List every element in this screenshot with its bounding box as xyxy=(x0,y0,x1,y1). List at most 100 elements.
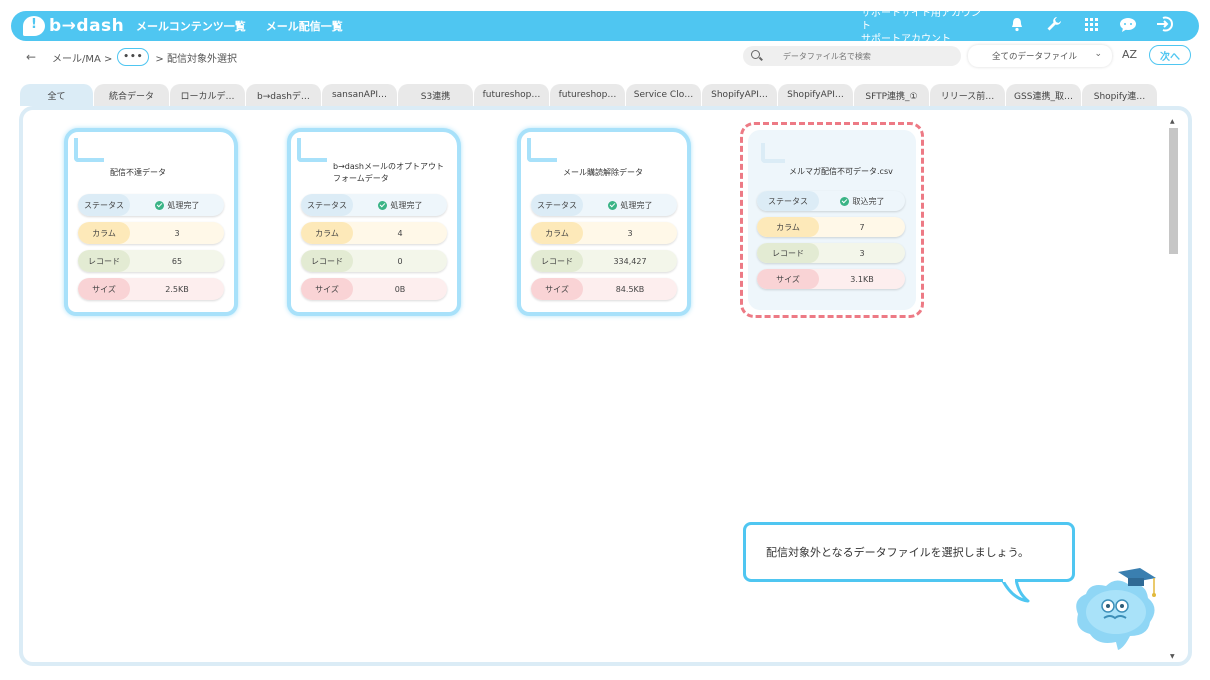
card-title: b→dashメールのオプトアウトフォームデータ xyxy=(333,162,444,183)
record-label: レコード xyxy=(531,250,583,272)
tab-sansan-api[interactable]: sansanAPI… xyxy=(322,84,398,106)
status-row: ステータス 処理完了 xyxy=(531,194,677,216)
column-row: カラム 3 xyxy=(78,222,224,244)
status-row: ステータス 処理完了 xyxy=(301,194,447,216)
tab-gss[interactable]: GSS連携_取… xyxy=(1006,84,1082,106)
status-value: 取込完了 xyxy=(852,196,885,206)
account-site: サポートサイト用アカウント xyxy=(861,7,981,32)
breadcrumb-mail-ma[interactable]: メール/MA > xyxy=(52,50,112,65)
status-row: ステータス 取込完了 xyxy=(757,191,905,211)
size-label: サイズ xyxy=(78,278,130,300)
tab-sftp[interactable]: SFTP連携_① xyxy=(854,84,930,106)
logout-icon[interactable] xyxy=(1155,16,1175,36)
scroll-down-icon[interactable]: ▼ xyxy=(1170,653,1175,660)
status-value: 処理完了 xyxy=(620,200,653,210)
chevron-down-icon: ⌄ xyxy=(1094,49,1102,59)
tab-all[interactable]: 全て xyxy=(20,84,94,106)
record-row: レコード 0 xyxy=(301,250,447,272)
record-row: レコード 65 xyxy=(78,250,224,272)
tab-service-cloud[interactable]: Service Clo… xyxy=(626,84,702,106)
account-info[interactable]: サポートサイト用アカウント サポートアカウント xyxy=(861,7,989,46)
record-label: レコード xyxy=(301,250,353,272)
column-label: カラム xyxy=(757,217,819,237)
next-button[interactable]: 次へ xyxy=(1149,45,1191,65)
tab-bdash-data[interactable]: b→dashデ… xyxy=(246,84,322,106)
tab-shopify-api-2[interactable]: ShopifyAPI… xyxy=(778,84,854,106)
tab-s3[interactable]: S3連携 xyxy=(398,84,474,106)
search-box xyxy=(743,46,961,66)
bell-icon[interactable] xyxy=(1007,17,1027,36)
record-value: 0 xyxy=(397,256,403,266)
tab-shopify[interactable]: Shopify連… xyxy=(1082,84,1158,106)
datafile-filter-select[interactable]: 全てのデータファイル ⌄ xyxy=(968,45,1112,67)
bubble-tail-icon xyxy=(1000,579,1030,603)
size-row: サイズ 2.5KB xyxy=(78,278,224,300)
column-value: 3 xyxy=(627,228,633,238)
back-arrow-icon[interactable]: ← xyxy=(26,50,40,64)
guide-text: 配信対象外となるデータファイルを選択しましょう。 xyxy=(766,546,1030,559)
record-value: 334,427 xyxy=(613,256,647,266)
search-input[interactable] xyxy=(782,51,961,61)
tab-futureshop-2[interactable]: futureshop… xyxy=(550,84,626,106)
column-value: 3 xyxy=(174,228,180,238)
column-label: カラム xyxy=(301,222,353,244)
record-label: レコード xyxy=(78,250,130,272)
size-label: サイズ xyxy=(531,278,583,300)
datafile-card-selected[interactable]: メルマガ配信不可データ.csv ステータス 取込完了 カラム 7 レコード 3 … xyxy=(740,122,924,318)
card-title: 配信不達データ xyxy=(110,168,166,177)
grid-icon[interactable] xyxy=(1081,17,1101,35)
size-label: サイズ xyxy=(757,269,819,289)
scrollbar[interactable]: ▲ ▼ xyxy=(1169,118,1178,660)
status-value: 処理完了 xyxy=(167,200,200,210)
breadcrumb-more-button[interactable]: ••• xyxy=(117,48,150,66)
status-value: 処理完了 xyxy=(390,200,423,210)
card-title: メルマガ配信不可データ.csv xyxy=(789,167,893,176)
status-label: ステータス xyxy=(531,194,583,216)
record-row: レコード 334,427 xyxy=(531,250,677,272)
column-row: カラム 7 xyxy=(757,217,905,237)
top-bar: b→dash メールコンテンツ一覧 メール配信一覧 サポートサイト用アカウント … xyxy=(11,8,1199,45)
status-label: ステータス xyxy=(757,191,819,211)
logo-icon xyxy=(23,16,45,36)
tab-integrated-data[interactable]: 統合データ xyxy=(94,84,170,106)
status-row: ステータス 処理完了 xyxy=(78,194,224,216)
tab-release[interactable]: リリース前… xyxy=(930,84,1006,106)
tab-local-data[interactable]: ローカルデ… xyxy=(170,84,246,106)
top-nav: メールコンテンツ一覧 メール配信一覧 xyxy=(136,18,343,34)
file-corner-icon xyxy=(527,138,557,162)
chat-icon[interactable] xyxy=(1118,17,1138,36)
nav-mail-content-list[interactable]: メールコンテンツ一覧 xyxy=(136,18,246,34)
column-value: 4 xyxy=(397,228,403,238)
size-label: サイズ xyxy=(301,278,353,300)
breadcrumb-current: > 配信対象外選択 xyxy=(155,53,237,65)
file-corner-icon xyxy=(297,138,327,162)
datafile-card[interactable]: 配信不達データ ステータス 処理完了 カラム 3 レコード 65 サイズ 2.5… xyxy=(64,128,238,316)
column-row: カラム 3 xyxy=(531,222,677,244)
file-corner-icon xyxy=(74,138,104,162)
nav-mail-delivery-list[interactable]: メール配信一覧 xyxy=(266,18,343,34)
breadcrumb-bar: ← メール/MA > ••• > 配信対象外選択 全てのデータファイル ⌄ AZ… xyxy=(11,44,1199,70)
check-icon xyxy=(839,196,849,206)
check-icon xyxy=(377,200,387,210)
size-value: 3.1KB xyxy=(850,274,874,284)
datafile-card[interactable]: メール購読解除データ ステータス 処理完了 カラム 3 レコード 334,427… xyxy=(517,128,691,316)
column-label: カラム xyxy=(531,222,583,244)
status-label: ステータス xyxy=(301,194,353,216)
datafile-card[interactable]: b→dashメールのオプトアウトフォームデータ ステータス 処理完了 カラム 4… xyxy=(287,128,461,316)
record-label: レコード xyxy=(757,243,819,263)
sort-az-icon[interactable]: AZ xyxy=(1122,48,1137,61)
card-title: メール購読解除データ xyxy=(563,168,643,177)
logo[interactable]: b→dash xyxy=(23,16,128,36)
tab-futureshop-1[interactable]: futureshop… xyxy=(474,84,550,106)
scroll-up-icon[interactable]: ▲ xyxy=(1170,118,1175,125)
guide-speech-bubble: 配信対象外となるデータファイルを選択しましょう。 xyxy=(743,522,1075,582)
wrench-icon[interactable] xyxy=(1044,16,1064,36)
scrollbar-thumb[interactable] xyxy=(1169,128,1178,254)
tab-bar: 全て 統合データ ローカルデ… b→dashデ… sansanAPI… S3連携… xyxy=(20,84,1158,106)
tab-shopify-api-1[interactable]: ShopifyAPI… xyxy=(702,84,778,106)
record-value: 3 xyxy=(859,248,865,258)
mascot-character-icon xyxy=(1076,568,1156,650)
column-value: 7 xyxy=(859,222,865,232)
search-icon xyxy=(751,50,763,62)
size-value: 0B xyxy=(394,284,406,294)
